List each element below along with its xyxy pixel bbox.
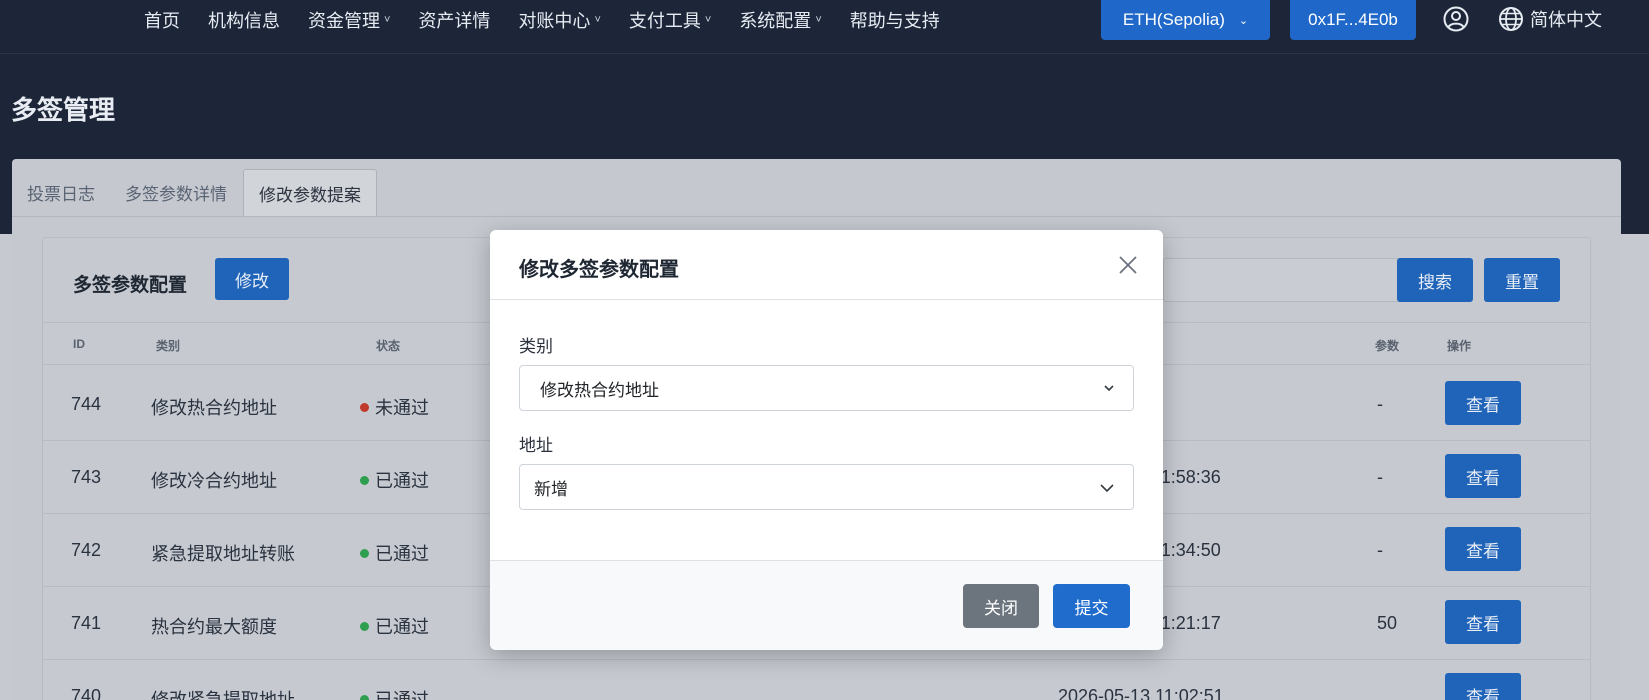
cell-params: 50 bbox=[1377, 613, 1398, 633]
nav-item[interactable]: 资金管理 ˅ bbox=[308, 7, 390, 33]
chevron-down-icon: ˅ bbox=[815, 14, 822, 26]
cell-params: - bbox=[1377, 394, 1383, 414]
modify-button[interactable]: 修改 bbox=[215, 258, 289, 300]
nav-item[interactable]: 首页 bbox=[144, 7, 180, 33]
nav-item-label: 系统配置 bbox=[739, 11, 812, 31]
tab[interactable]: 投票日志 bbox=[12, 169, 110, 216]
cell-id: 743 bbox=[71, 467, 102, 487]
submit-button[interactable]: 提交 bbox=[1053, 584, 1130, 628]
cell-status: 已通过 bbox=[360, 467, 429, 493]
modal-footer: 关闭 提交 bbox=[490, 560, 1163, 650]
modal-header: 修改多签参数配置 bbox=[490, 230, 1163, 300]
cell-category: 修改紧急提取地址 bbox=[151, 690, 295, 700]
cell-status: 已通过 bbox=[360, 613, 429, 639]
column-category: 类别 bbox=[156, 339, 181, 353]
network-selector[interactable]: ETH(Sepolia) ⌄ bbox=[1101, 0, 1270, 40]
table-row: 740 修改紧急提取地址 已通过 2026-05-13 11:02:51 查看 bbox=[43, 658, 1590, 700]
status-text: 已通过 bbox=[375, 690, 429, 700]
cell-id: 744 bbox=[71, 394, 102, 414]
globe-icon bbox=[1499, 7, 1523, 31]
nav-item-label: 首页 bbox=[144, 11, 180, 31]
tab[interactable]: 修改参数提案 bbox=[243, 169, 377, 216]
close-icon[interactable] bbox=[1117, 254, 1139, 276]
view-button[interactable]: 查看 bbox=[1445, 673, 1521, 700]
cell-params: - bbox=[1377, 467, 1383, 487]
top-navbar: 首页 机构信息 资金管理 ˅ 资产详情 对账中心 ˅ 支付工具 ˅ 系统配置 ˅ 帮助与支持 ETH(… bbox=[0, 0, 1649, 54]
nav-item-label: 资产详情 bbox=[418, 11, 491, 31]
address-select[interactable]: 新增 bbox=[519, 464, 1134, 510]
address-label: 地址 bbox=[519, 436, 553, 455]
cell-status: 已通过 bbox=[360, 686, 429, 700]
tab-bar: 投票日志 多签参数详情 修改参数提案 bbox=[12, 159, 377, 216]
status-dot bbox=[360, 695, 369, 700]
status-text: 未通过 bbox=[375, 398, 429, 418]
main-nav: 首页 机构信息 资金管理 ˅ 资产详情 对账中心 ˅ 支付工具 ˅ 系统配置 ˅ 帮助与支持 bbox=[130, 0, 954, 40]
cell-category: 修改热合约地址 bbox=[151, 398, 277, 418]
nav-item-label: 帮助与支持 bbox=[849, 11, 940, 31]
nav-item-label: 资金管理 bbox=[308, 11, 380, 31]
tab-divider bbox=[12, 216, 1621, 217]
cell-category: 紧急提取地址转账 bbox=[151, 544, 295, 564]
chevron-down-icon bbox=[1100, 484, 1114, 493]
category-value: 修改热合约地址 bbox=[540, 380, 659, 400]
view-button[interactable]: 查看 bbox=[1445, 454, 1521, 498]
address-value: 新增 bbox=[534, 479, 568, 499]
nav-item-label: 对账中心 bbox=[518, 11, 591, 31]
nav-item[interactable]: 支付工具 ˅ bbox=[629, 7, 711, 33]
nav-item[interactable]: 资产详情 bbox=[418, 7, 490, 33]
page-title: 多签管理 bbox=[11, 95, 116, 125]
user-icon[interactable] bbox=[1443, 6, 1469, 32]
view-button[interactable]: 查看 bbox=[1445, 600, 1521, 644]
network-label: ETH(Sepolia) bbox=[1122, 10, 1225, 29]
cell-id: 740 bbox=[71, 686, 102, 700]
status-text: 已通过 bbox=[375, 471, 429, 491]
chevron-down-icon: ˅ bbox=[384, 14, 391, 26]
cell-category: 热合约最大额度 bbox=[151, 617, 277, 637]
cell-id: 741 bbox=[71, 613, 102, 633]
status-dot bbox=[360, 549, 369, 558]
nav-item-label: 机构信息 bbox=[208, 11, 280, 31]
status-text: 已通过 bbox=[375, 617, 429, 637]
date-range-input[interactable] bbox=[1163, 258, 1428, 302]
cell-category: 修改冷合约地址 bbox=[151, 471, 277, 491]
view-button[interactable]: 查看 bbox=[1445, 527, 1521, 571]
status-dot bbox=[360, 622, 369, 631]
nav-item[interactable]: 机构信息 bbox=[208, 7, 280, 33]
chevron-down-icon bbox=[1104, 385, 1114, 392]
status-dot bbox=[360, 476, 369, 485]
view-button[interactable]: 查看 bbox=[1445, 381, 1521, 425]
status-dot bbox=[360, 403, 369, 412]
column-status: 状态 bbox=[376, 339, 401, 353]
cell-id: 742 bbox=[71, 540, 102, 560]
category-label: 类别 bbox=[519, 337, 553, 356]
chevron-down-icon: ˅ bbox=[594, 14, 601, 26]
cell-time: 2026-05-13 11:02:51 bbox=[1058, 686, 1224, 700]
edit-config-modal: 修改多签参数配置 类别 修改热合约地址 地址 新增 关闭 提交 bbox=[490, 230, 1163, 650]
column-id: ID bbox=[73, 337, 85, 351]
reset-button[interactable]: 重置 bbox=[1484, 258, 1560, 302]
column-actions: 操作 bbox=[1447, 339, 1472, 353]
cell-status: 已通过 bbox=[360, 540, 429, 566]
nav-item[interactable]: 帮助与支持 bbox=[850, 7, 940, 33]
tab[interactable]: 多签参数详情 bbox=[110, 169, 242, 216]
cell-params: - bbox=[1377, 540, 1383, 560]
nav-item[interactable]: 对账中心 ˅ bbox=[518, 7, 600, 33]
search-button[interactable]: 搜索 bbox=[1397, 258, 1473, 302]
card-title: 多签参数配置 bbox=[73, 275, 188, 296]
language-selector[interactable]: 简体中文 bbox=[1498, 5, 1602, 33]
chevron-down-icon: ˅ bbox=[704, 14, 712, 26]
column-params: 参数 bbox=[1375, 339, 1400, 353]
modal-title: 修改多签参数配置 bbox=[519, 259, 679, 281]
close-button[interactable]: 关闭 bbox=[963, 584, 1039, 628]
status-text: 已通过 bbox=[375, 544, 429, 564]
language-label: 简体中文 bbox=[1530, 10, 1602, 30]
category-select[interactable]: 修改热合约地址 bbox=[519, 365, 1134, 411]
cell-status: 未通过 bbox=[360, 394, 429, 420]
chevron-down-icon: ⌄ bbox=[1238, 14, 1249, 27]
nav-item[interactable]: 系统配置 ˅ bbox=[739, 7, 821, 33]
wallet-address-button[interactable]: 0x1F...4E0b bbox=[1290, 0, 1416, 40]
nav-item-label: 支付工具 bbox=[628, 11, 701, 31]
